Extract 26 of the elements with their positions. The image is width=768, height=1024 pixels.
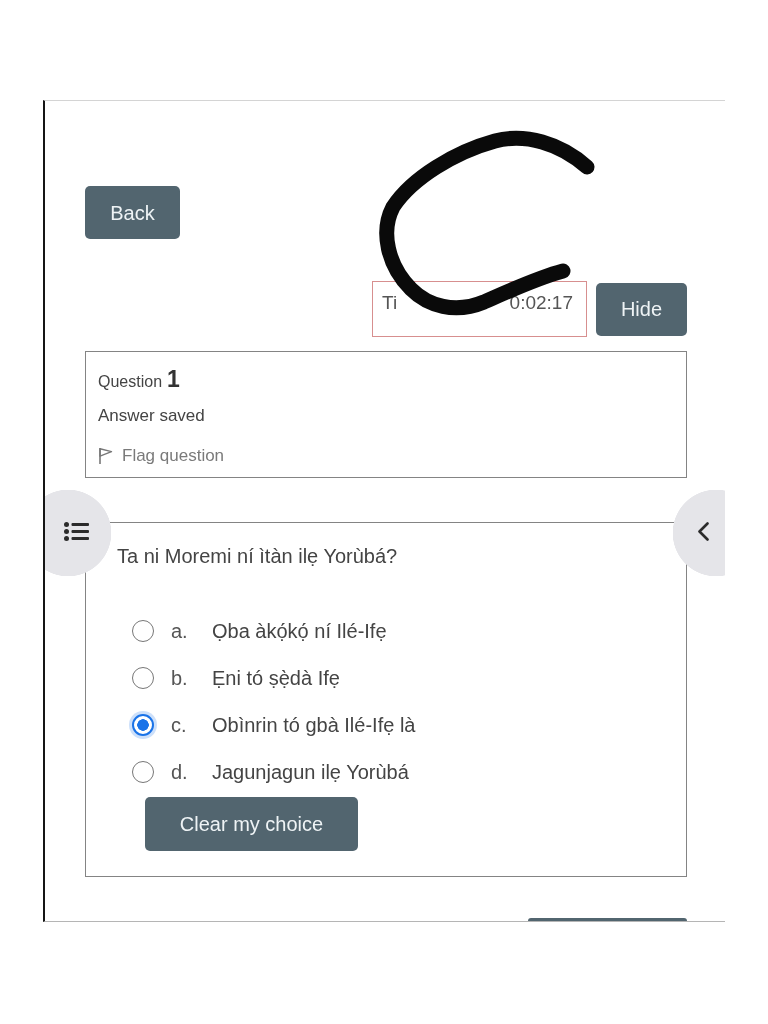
answer-status: Answer saved	[98, 405, 206, 427]
radio-button[interactable]	[132, 760, 154, 783]
timer-text-fragment: Ti	[382, 292, 398, 314]
option-text[interactable]: Obìnrin tó gbà Ilé-Ifẹ là	[212, 709, 416, 740]
option-text[interactable]: Ọba àkọ́kọ́ ní Ilé-Ifẹ	[212, 615, 387, 646]
option-text[interactable]: Ẹni tó ṣẹ̀dà Ifẹ	[212, 662, 340, 693]
option-letter: d.	[171, 759, 189, 785]
option-text[interactable]: Jagunjagun ilẹ Yorùbá	[212, 756, 409, 787]
quiz-navigation-button[interactable]	[45, 490, 111, 576]
drawer-toggle-button[interactable]	[673, 490, 725, 576]
radio-button[interactable]	[132, 666, 154, 689]
question-number: 1	[167, 368, 180, 391]
flag-question-link[interactable]: Flag question	[98, 436, 225, 476]
hide-button[interactable]: Hide	[596, 282, 687, 336]
back-button[interactable]: Back	[85, 186, 180, 239]
clear-choice-button[interactable]: Clear my choice	[145, 797, 358, 851]
option-letter: b.	[171, 665, 189, 691]
question-label: Question	[98, 372, 163, 392]
time-remaining: 0:02:17	[509, 292, 573, 314]
chevron-left-icon	[697, 521, 709, 541]
option-letter: a.	[171, 618, 189, 644]
option-letter: c.	[171, 712, 188, 738]
question-text: Ta ni Moremi ní ìtàn ilẹ Yorùbá?	[117, 544, 399, 569]
radio-button[interactable]	[132, 619, 154, 642]
radio-button[interactable]	[132, 713, 154, 736]
list-icon	[64, 521, 89, 541]
